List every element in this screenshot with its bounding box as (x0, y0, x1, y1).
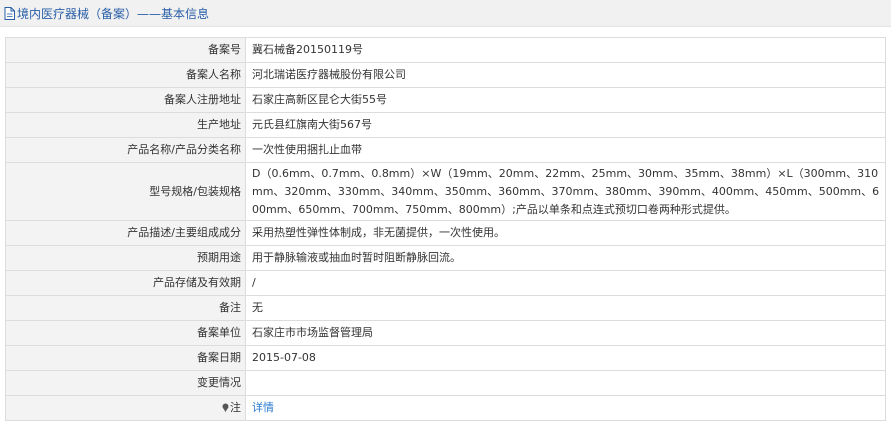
table-row: 产品存储及有效期 / (5, 270, 886, 296)
row-label: 产品描述/主要组成成分 (5, 220, 246, 246)
row-value: 冀石械备20150119号 (245, 37, 886, 63)
table-row: 备注 无 (5, 295, 886, 321)
row-label: 备案人名称 (5, 62, 246, 88)
info-table: 备案号 冀石械备20150119号 备案人名称 河北瑞诺医疗器械股份有限公司 备… (5, 37, 886, 421)
row-label: 生产地址 (5, 112, 246, 138)
table-row: 产品名称/产品分类名称 一次性使用捆扎止血带 (5, 137, 886, 163)
row-label: 备案人注册地址 (5, 87, 246, 113)
document-icon (4, 6, 15, 20)
row-value: 2015-07-08 (245, 345, 886, 371)
row-label: 备案号 (5, 37, 246, 63)
row-label: 变更情况 (5, 370, 246, 396)
row-value: 石家庄市市场监督管理局 (245, 320, 886, 346)
page-title: 境内医疗器械（备案）——基本信息 (17, 6, 210, 21)
row-label: 型号规格/包装规格 (5, 162, 246, 221)
pin-icon (222, 403, 229, 412)
table-row: 产品描述/主要组成成分 采用热塑性弹性体制成，非无菌提供，一次性使用。 (5, 220, 886, 246)
note-label: 注 (230, 401, 241, 414)
table-row: 预期用途 用于静脉输液或抽血时暂时阻断静脉回流。 (5, 245, 886, 271)
row-label: 备注 (5, 295, 246, 321)
note-label-cell: 注 (5, 395, 246, 421)
table-row: 型号规格/包装规格 D（0.6mm、0.7mm、0.8mm）×W（19mm、20… (5, 162, 886, 221)
note-value-cell: 详情 (245, 395, 886, 421)
row-value: 用于静脉输液或抽血时暂时阻断静脉回流。 (245, 245, 886, 271)
row-value: 河北瑞诺医疗器械股份有限公司 (245, 62, 886, 88)
row-value: 无 (245, 295, 886, 321)
row-value: / (245, 270, 886, 296)
table-row: 备案人名称 河北瑞诺医疗器械股份有限公司 (5, 62, 886, 88)
table-row: 备案单位 石家庄市市场监督管理局 (5, 320, 886, 346)
table-row: 生产地址 元氏县红旗南大街567号 (5, 112, 886, 138)
row-value: D（0.6mm、0.7mm、0.8mm）×W（19mm、20mm、22mm、25… (245, 162, 886, 221)
row-value: 石家庄高新区昆仑大街55号 (245, 87, 886, 113)
row-value: 一次性使用捆扎止血带 (245, 137, 886, 163)
table-row: 备案日期 2015-07-08 (5, 345, 886, 371)
row-value (245, 370, 886, 396)
row-label: 备案单位 (5, 320, 246, 346)
details-link[interactable]: 详情 (252, 401, 274, 414)
table-row: 备案人注册地址 石家庄高新区昆仑大街55号 (5, 87, 886, 113)
table-row-note: 注 详情 (5, 395, 886, 421)
row-label: 产品存储及有效期 (5, 270, 246, 296)
page-title-bar: 境内医疗器械（备案）——基本信息 (0, 0, 891, 27)
table-row: 备案号 冀石械备20150119号 (5, 37, 886, 63)
row-value: 元氏县红旗南大街567号 (245, 112, 886, 138)
row-label: 预期用途 (5, 245, 246, 271)
row-value: 采用热塑性弹性体制成，非无菌提供，一次性使用。 (245, 220, 886, 246)
row-label: 备案日期 (5, 345, 246, 371)
row-label: 产品名称/产品分类名称 (5, 137, 246, 163)
table-row: 变更情况 (5, 370, 886, 396)
